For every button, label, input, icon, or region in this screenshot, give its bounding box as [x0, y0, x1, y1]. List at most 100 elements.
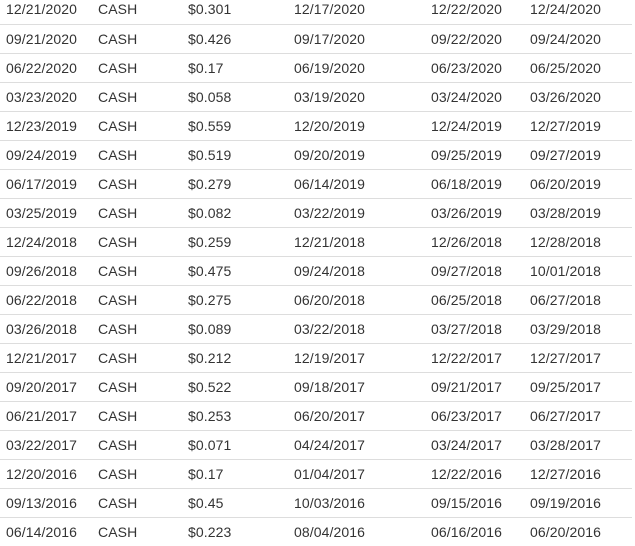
amount-cell: $0.475	[188, 262, 232, 279]
ex-date-cell: 03/25/2019	[6, 204, 78, 221]
amount-cell: $0.301	[188, 1, 232, 18]
amount-cell: $0.426	[188, 30, 232, 47]
amount-cell: $0.519	[188, 146, 232, 163]
table-row: 06/22/2020 CASH $0.17 06/19/2020 06/23/2…	[0, 53, 632, 82]
payment-date-cell: 09/19/2016	[530, 494, 602, 511]
amount-cell: $0.223	[188, 523, 232, 540]
ex-date-cell: 12/21/2020	[6, 1, 78, 18]
ex-date-cell: 12/20/2016	[6, 465, 78, 482]
table-row: 03/25/2019 CASH $0.082 03/22/2019 03/26/…	[0, 198, 632, 227]
type-cell: CASH	[98, 30, 138, 47]
amount-cell: $0.45	[188, 494, 224, 511]
payment-date-cell: 12/24/2020	[530, 1, 602, 18]
payment-date-cell: 03/28/2017	[530, 436, 602, 453]
table-row: 09/13/2016 CASH $0.45 10/03/2016 09/15/2…	[0, 488, 632, 517]
declaration-date-cell: 09/24/2018	[294, 262, 366, 279]
amount-cell: $0.071	[188, 436, 232, 453]
declaration-date-cell: 12/20/2019	[294, 117, 366, 134]
type-cell: CASH	[98, 117, 138, 134]
table-row: 12/21/2017 CASH $0.212 12/19/2017 12/22/…	[0, 343, 632, 372]
record-date-cell: 12/22/2017	[431, 349, 503, 366]
table-row: 12/23/2019 CASH $0.559 12/20/2019 12/24/…	[0, 111, 632, 140]
type-cell: CASH	[98, 175, 138, 192]
record-date-cell: 03/24/2020	[431, 88, 503, 105]
type-cell: CASH	[98, 1, 138, 18]
declaration-date-cell: 09/18/2017	[294, 378, 366, 395]
ex-date-cell: 12/24/2018	[6, 233, 78, 250]
ex-date-cell: 09/13/2016	[6, 494, 78, 511]
record-date-cell: 03/24/2017	[431, 436, 503, 453]
payment-date-cell: 12/27/2016	[530, 465, 602, 482]
dividend-history-table: 12/21/2020 CASH $0.301 12/17/2020 12/22/…	[0, 0, 632, 546]
table-row: 06/17/2019 CASH $0.279 06/14/2019 06/18/…	[0, 169, 632, 198]
amount-cell: $0.559	[188, 117, 232, 134]
ex-date-cell: 09/24/2019	[6, 146, 78, 163]
type-cell: CASH	[98, 262, 138, 279]
record-date-cell: 09/22/2020	[431, 30, 503, 47]
declaration-date-cell: 01/04/2017	[294, 465, 366, 482]
amount-cell: $0.275	[188, 291, 232, 308]
ex-date-cell: 12/23/2019	[6, 117, 78, 134]
table-row: 06/14/2016 CASH $0.223 08/04/2016 06/16/…	[0, 517, 632, 546]
payment-date-cell: 09/27/2019	[530, 146, 602, 163]
type-cell: CASH	[98, 320, 138, 337]
payment-date-cell: 12/27/2017	[530, 349, 602, 366]
payment-date-cell: 03/29/2018	[530, 320, 602, 337]
payment-date-cell: 10/01/2018	[530, 262, 602, 279]
declaration-date-cell: 10/03/2016	[294, 494, 366, 511]
record-date-cell: 12/22/2016	[431, 465, 503, 482]
table-row: 12/21/2020 CASH $0.301 12/17/2020 12/22/…	[0, 0, 632, 24]
amount-cell: $0.17	[188, 59, 224, 76]
ex-date-cell: 03/22/2017	[6, 436, 78, 453]
table-row: 09/20/2017 CASH $0.522 09/18/2017 09/21/…	[0, 372, 632, 401]
type-cell: CASH	[98, 146, 138, 163]
payment-date-cell: 09/25/2017	[530, 378, 602, 395]
table-row: 09/24/2019 CASH $0.519 09/20/2019 09/25/…	[0, 140, 632, 169]
declaration-date-cell: 06/14/2019	[294, 175, 366, 192]
declaration-date-cell: 03/22/2019	[294, 204, 366, 221]
payment-date-cell: 12/27/2019	[530, 117, 602, 134]
payment-date-cell: 06/27/2017	[530, 407, 602, 424]
amount-cell: $0.253	[188, 407, 232, 424]
ex-date-cell: 06/22/2020	[6, 59, 78, 76]
payment-date-cell: 06/20/2016	[530, 523, 602, 540]
ex-date-cell: 09/26/2018	[6, 262, 78, 279]
ex-date-cell: 09/20/2017	[6, 378, 78, 395]
table-row: 06/21/2017 CASH $0.253 06/20/2017 06/23/…	[0, 401, 632, 430]
type-cell: CASH	[98, 204, 138, 221]
declaration-date-cell: 06/20/2017	[294, 407, 366, 424]
ex-date-cell: 03/23/2020	[6, 88, 78, 105]
type-cell: CASH	[98, 233, 138, 250]
record-date-cell: 06/23/2020	[431, 59, 503, 76]
declaration-date-cell: 06/20/2018	[294, 291, 366, 308]
ex-date-cell: 03/26/2018	[6, 320, 78, 337]
ex-date-cell: 06/21/2017	[6, 407, 78, 424]
payment-date-cell: 09/24/2020	[530, 30, 602, 47]
declaration-date-cell: 09/20/2019	[294, 146, 366, 163]
amount-cell: $0.089	[188, 320, 232, 337]
ex-date-cell: 06/14/2016	[6, 523, 78, 540]
type-cell: CASH	[98, 494, 138, 511]
amount-cell: $0.279	[188, 175, 232, 192]
type-cell: CASH	[98, 291, 138, 308]
amount-cell: $0.082	[188, 204, 232, 221]
type-cell: CASH	[98, 349, 138, 366]
ex-date-cell: 12/21/2017	[6, 349, 78, 366]
record-date-cell: 12/24/2019	[431, 117, 503, 134]
declaration-date-cell: 12/19/2017	[294, 349, 366, 366]
record-date-cell: 09/15/2016	[431, 494, 503, 511]
declaration-date-cell: 06/19/2020	[294, 59, 366, 76]
payment-date-cell: 06/25/2020	[530, 59, 602, 76]
table-row: 09/21/2020 CASH $0.426 09/17/2020 09/22/…	[0, 24, 632, 53]
table-row: 03/23/2020 CASH $0.058 03/19/2020 03/24/…	[0, 82, 632, 111]
type-cell: CASH	[98, 88, 138, 105]
declaration-date-cell: 03/19/2020	[294, 88, 366, 105]
ex-date-cell: 09/21/2020	[6, 30, 78, 47]
table-row: 12/20/2016 CASH $0.17 01/04/2017 12/22/2…	[0, 459, 632, 488]
payment-date-cell: 12/28/2018	[530, 233, 602, 250]
ex-date-cell: 06/17/2019	[6, 175, 78, 192]
table-row: 03/22/2017 CASH $0.071 04/24/2017 03/24/…	[0, 430, 632, 459]
declaration-date-cell: 09/17/2020	[294, 30, 366, 47]
dividend-table-body: 12/21/2020 CASH $0.301 12/17/2020 12/22/…	[0, 0, 632, 546]
amount-cell: $0.522	[188, 378, 232, 395]
